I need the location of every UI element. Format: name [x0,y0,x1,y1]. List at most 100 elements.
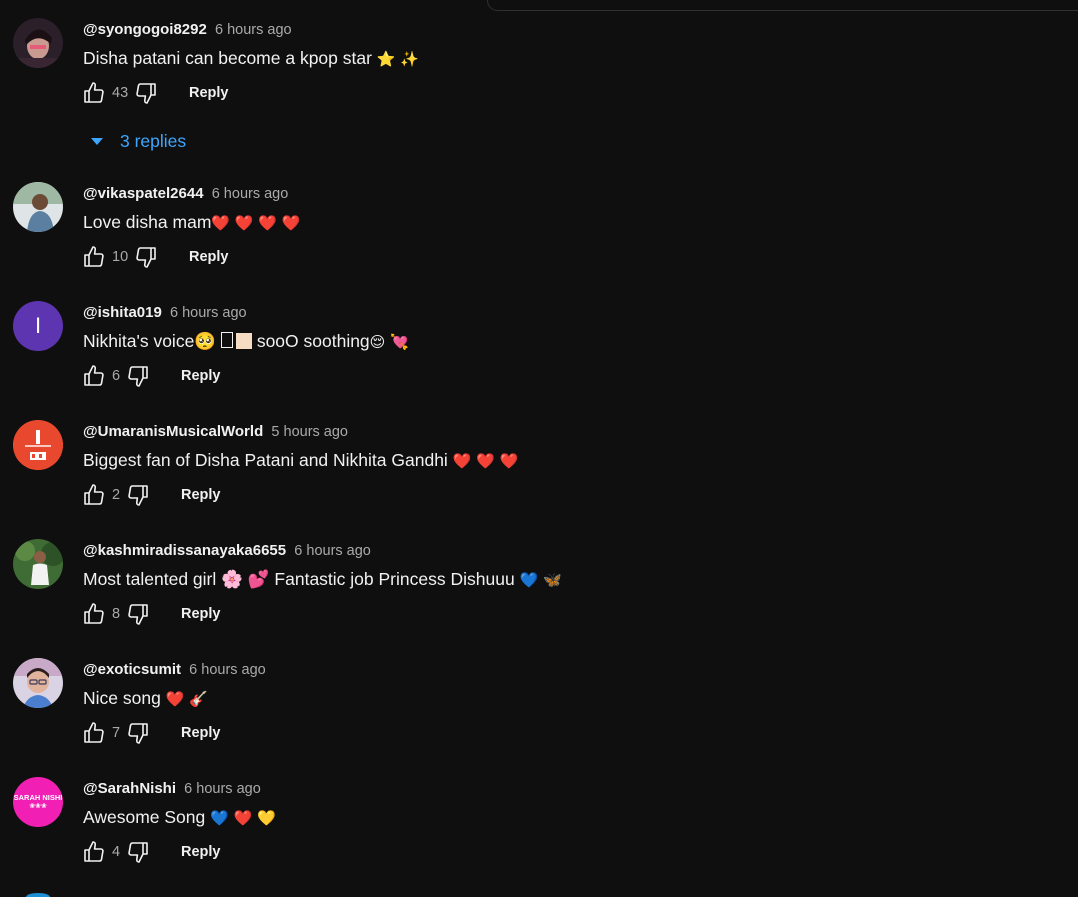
reply-button[interactable]: Reply [189,249,229,265]
comment-emojis: 😌 💘 [369,333,409,351]
like-button[interactable] [81,244,107,270]
comment-text: Awesome Song 💙 ❤️ 💛 [83,807,276,828]
dislike-button[interactable] [125,363,151,389]
author-name[interactable]: @kashmiradissanayaka6655 [83,542,286,559]
comment-actions: 6 Reply [81,364,221,388]
comment-time[interactable]: 6 hours ago [189,662,266,678]
dislike-button[interactable] [133,80,159,106]
comment-emojis: 💙 ❤️ 💛 [210,809,276,827]
avatar[interactable] [13,182,63,232]
reply-button[interactable]: Reply [181,487,221,503]
comment-actions: 7 Reply [81,721,221,745]
comment-time[interactable]: 6 hours ago [294,543,371,559]
author-name[interactable]: @SarahNishi [83,780,176,797]
comment-time[interactable]: 6 hours ago [215,22,292,38]
comment-time[interactable]: 6 hours ago [212,186,289,202]
dislike-button[interactable] [125,601,151,627]
next-avatar-edge [26,893,50,897]
comment-body: Love disha mam [83,212,212,232]
comment-body: Most talented girl 🌸 💕 Fantastic job Pri… [83,569,515,589]
avatar-subtext: ❀❀❀ [29,803,47,810]
comment-body: Disha patani can become a kpop star [83,48,372,68]
avatar-text: SARAH NISHI [13,793,63,802]
thumbs-down-icon [128,366,148,387]
skin-tone-icon [235,333,252,349]
replies-label: 3 replies [120,131,187,151]
like-count: 7 [112,725,121,741]
dislike-button[interactable] [125,720,151,746]
avatar[interactable]: SARAH NISHI ❀❀❀ [13,777,63,827]
like-button[interactable] [81,839,107,865]
dislike-button[interactable] [133,244,159,270]
reply-button[interactable]: Reply [181,844,221,860]
missing-glyph-icon [220,332,233,348]
comment-actions: 4 Reply [81,840,221,864]
comment-emojis: ❤️ ❤️ ❤️ ❤️ [211,214,301,232]
comment-time[interactable]: 5 hours ago [271,424,348,440]
thumbs-down-icon [128,723,148,744]
thumbs-down-icon [136,83,156,104]
comment-text: Biggest fan of Disha Patani and Nikhita … [83,450,518,471]
avatar[interactable] [13,420,63,470]
thumbs-up-icon [84,246,104,267]
avatar[interactable]: I [13,301,63,351]
avatar-photo [13,182,63,232]
like-count: 10 [112,249,129,265]
reply-button[interactable]: Reply [181,368,221,384]
dislike-button[interactable] [125,482,151,508]
chevron-down-icon [91,137,103,145]
thumbs-up-icon [84,841,104,862]
thumbs-up-icon [84,82,104,103]
search-box-edge [487,0,1078,11]
avatar[interactable] [13,658,63,708]
comment-actions: 8 Reply [81,602,221,626]
avatar-photo [13,539,63,589]
comment-emojis: 💙 🦋 [519,571,562,589]
comment-emojis: ❤️ ❤️ ❤️ [452,452,519,470]
thumbs-up-icon [84,603,104,624]
author-name[interactable]: @UmaranisMusicalWorld [83,423,263,440]
thumbs-down-icon [128,842,148,863]
like-button[interactable] [81,80,107,106]
comment-time[interactable]: 6 hours ago [184,781,261,797]
avatar-letter: I [34,313,42,338]
comment-emojis: ❤️ 🎸 [165,690,208,708]
comment-text: Most talented girl 🌸 💕 Fantastic job Pri… [83,569,562,590]
avatar-photo [13,658,63,708]
like-count: 2 [112,487,121,503]
comment-time[interactable]: 6 hours ago [170,305,247,321]
comment-text: Love disha mam❤️ ❤️ ❤️ ❤️ [83,212,300,233]
like-button[interactable] [81,363,107,389]
thumbs-up-icon [84,722,104,743]
like-button[interactable] [81,482,107,508]
comment-actions: 43 Reply [81,81,229,105]
comment-emojis: ⭐ ✨ [376,50,419,68]
like-count: 6 [112,368,121,384]
like-count: 4 [112,844,121,860]
reply-button[interactable]: Reply [181,725,221,741]
author-name[interactable]: @syongogoi8292 [83,21,207,38]
comment-actions: 2 Reply [81,483,221,507]
comment-actions: 10 Reply [81,245,229,269]
thumbs-up-icon [84,365,104,386]
thumbs-down-icon [128,604,148,625]
comment-text: Disha patani can become a kpop star ⭐ ✨ [83,48,419,69]
like-button[interactable] [81,601,107,627]
thumbs-down-icon [128,485,148,506]
author-name[interactable]: @exoticsumit [83,661,181,678]
author-name[interactable]: @vikaspatel2644 [83,185,204,202]
like-button[interactable] [81,720,107,746]
channel-logo-icon [13,420,63,470]
thumbs-down-icon [136,247,156,268]
reply-button[interactable]: Reply [181,606,221,622]
comments-page: @syongogoi8292 6 hours ago Disha patani … [0,0,1078,897]
like-count: 8 [112,606,121,622]
comment-body: Awesome Song [83,807,206,827]
avatar[interactable] [13,18,63,68]
dislike-button[interactable] [125,839,151,865]
author-name[interactable]: @ishita019 [83,304,162,321]
avatar[interactable] [13,539,63,589]
reply-button[interactable]: Reply [189,85,229,101]
comment-body-continued: sooO soothing [251,331,370,351]
view-replies-button[interactable]: 3 replies [90,131,186,152]
